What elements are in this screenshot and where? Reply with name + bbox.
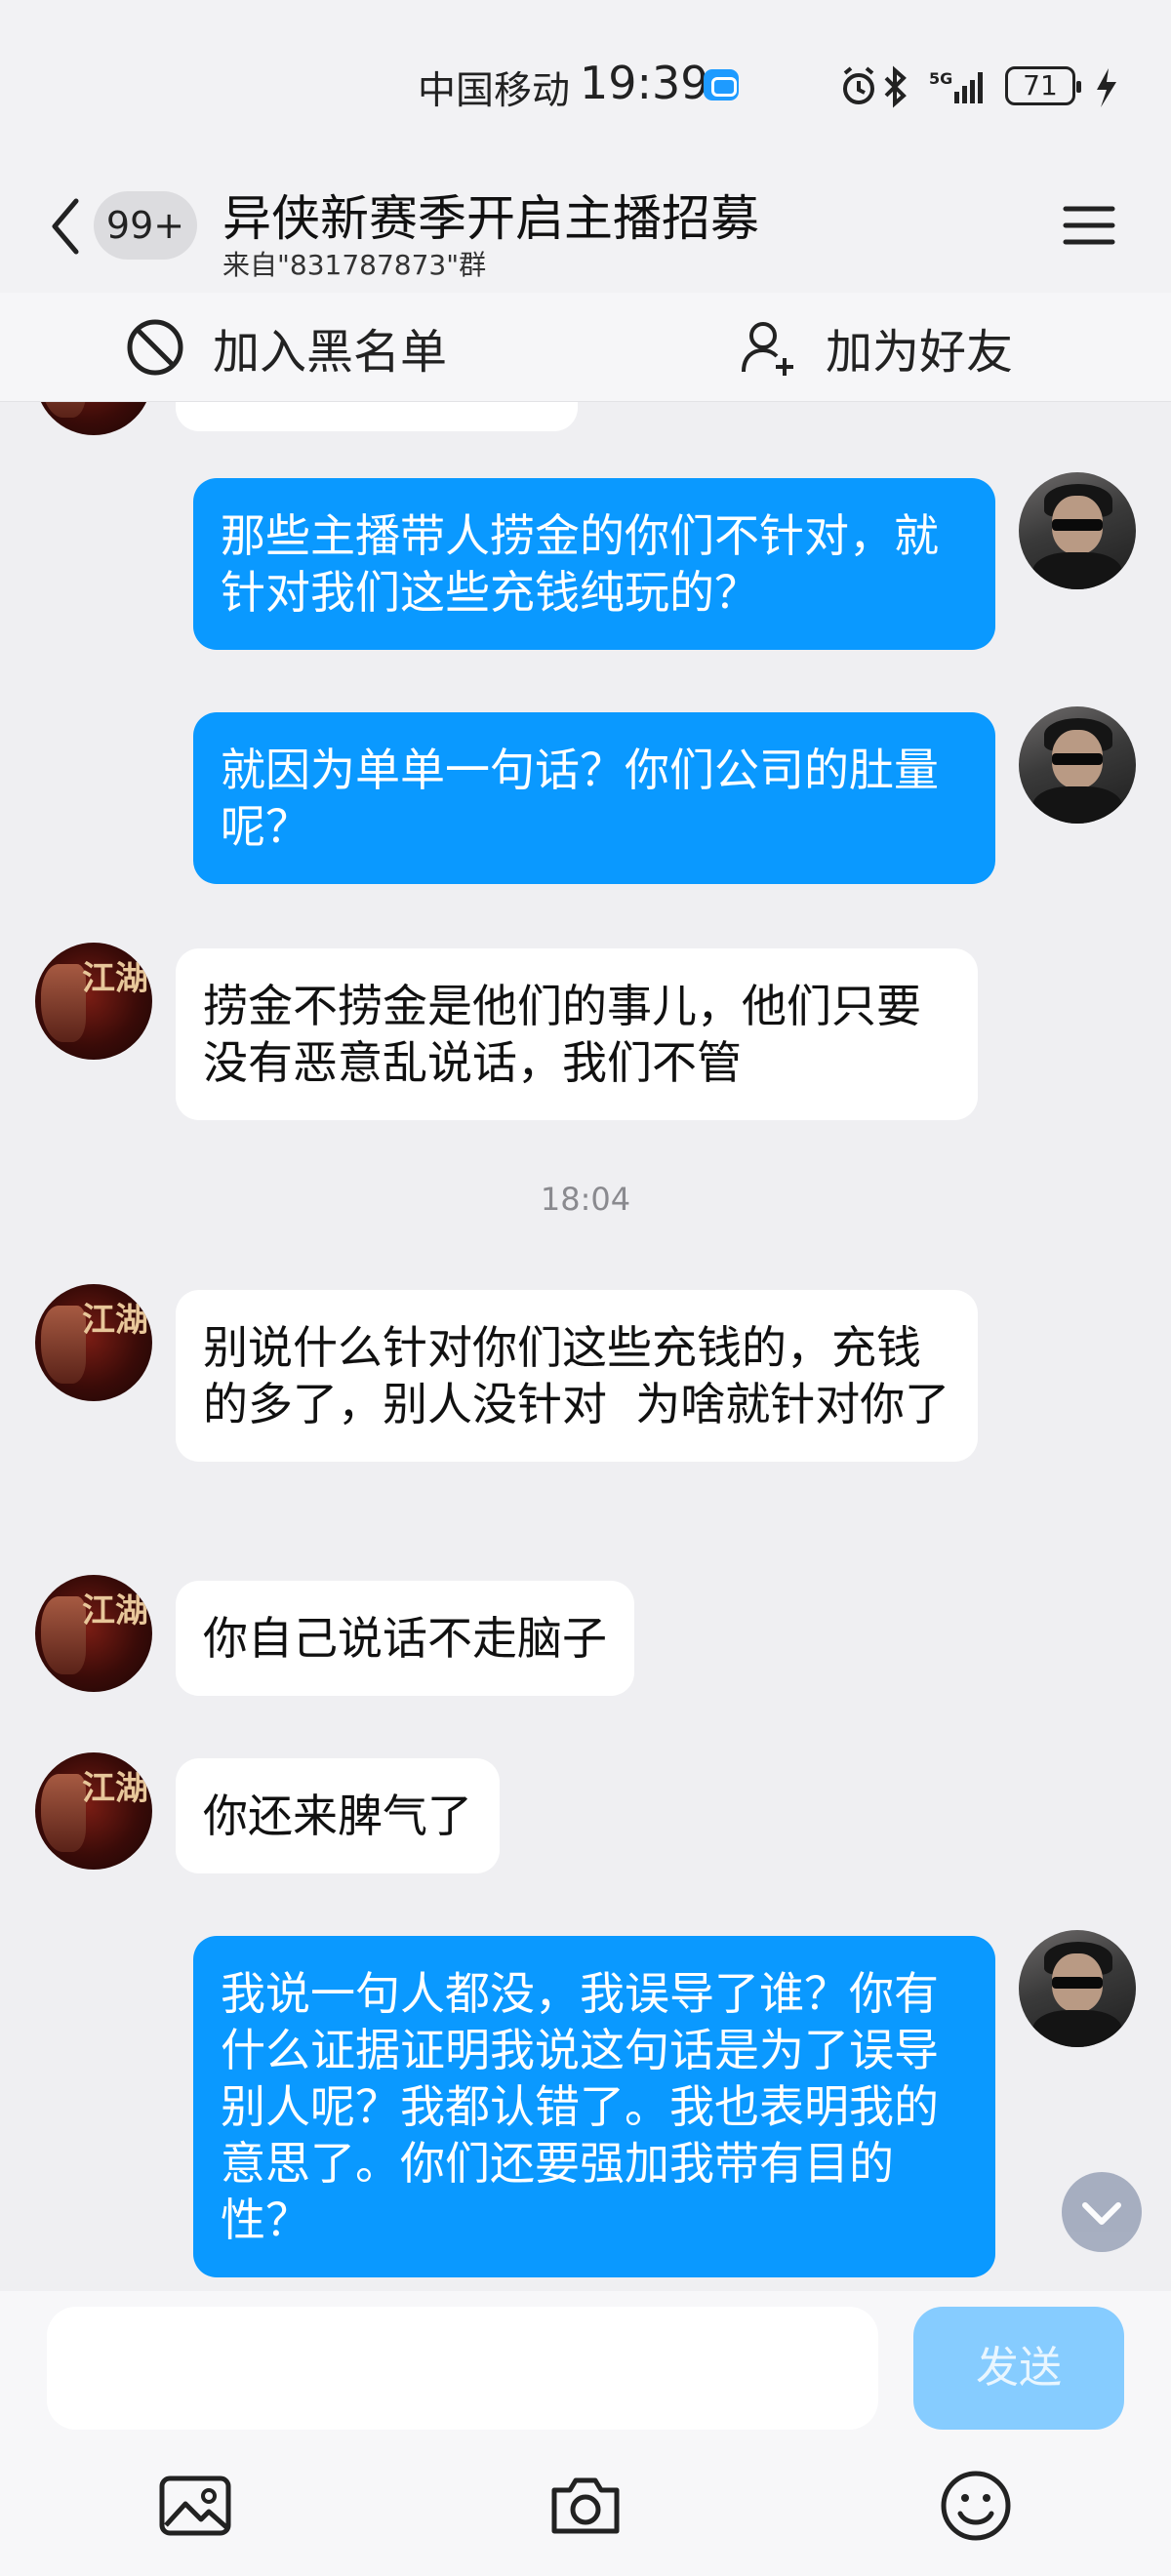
avatar-face (41, 964, 86, 1042)
camera-icon[interactable] (546, 2467, 625, 2545)
block-label: 加入黑名单 (213, 325, 448, 380)
menu-icon[interactable] (1062, 201, 1116, 250)
avatar[interactable] (35, 402, 152, 435)
avatar-glyph: 江湖 (82, 1591, 148, 1630)
avatar[interactable] (1019, 1930, 1136, 2047)
avatar-glyph: 江湖 (82, 1301, 148, 1340)
send-button[interactable]: 发送 (913, 2307, 1124, 2430)
unread-count-badge[interactable]: 99+ (94, 191, 197, 260)
message-bubble[interactable]: 你还来脾气了 (176, 1758, 500, 1873)
block-button[interactable]: 加入黑名单 (125, 293, 447, 402)
battery-indicator: 71 (1005, 66, 1081, 105)
avatar[interactable] (1019, 706, 1136, 824)
avatar-face (41, 1596, 86, 1674)
bluetooth-icon (884, 65, 907, 108)
add-friend-label: 加为好友 (826, 325, 1014, 380)
avatar-glyph: 江湖 (82, 1769, 148, 1808)
image-icon[interactable] (156, 2467, 234, 2545)
avatar-glasses (1052, 1977, 1103, 1989)
carrier-name: 中国移动 (418, 69, 571, 113)
avatar-glasses (1052, 519, 1103, 531)
chevron-down-icon (1082, 2202, 1121, 2225)
block-icon (127, 319, 183, 376)
alarm-icon (843, 66, 874, 104)
status-icons: 5G (843, 65, 1116, 108)
charging-icon (1097, 68, 1116, 107)
add-friend-button[interactable]: 加为好友 (738, 293, 1013, 402)
bottom-toolbar (0, 2437, 1171, 2576)
avatar-face (41, 1306, 86, 1384)
message-list[interactable]: 那些主播带人捞金的你们不针对，就针对我们这些充钱纯玩的？ 就因为单单一句话？你们… (0, 402, 1171, 2291)
chat-title: 异侠新赛季开启主播招募 (222, 190, 759, 247)
message-bubble[interactable]: 我说一句人都没，我误导了谁？你有什么证据证明我说这句话是为了误导别人呢？我都认错… (193, 1936, 995, 2277)
avatar[interactable]: 江湖 (35, 1752, 152, 1870)
avatar-face (41, 1774, 86, 1852)
back-arrow-icon[interactable] (43, 193, 92, 260)
message-bubble[interactable]: 你自己说话不走脑子 (176, 1581, 634, 1696)
message-notification-icon (704, 69, 739, 101)
emoji-icon[interactable] (937, 2467, 1015, 2545)
avatar[interactable]: 江湖 (35, 1575, 152, 1692)
add-friend-icon (742, 322, 793, 376)
input-bar: 发送 (0, 2291, 1171, 2437)
chat-header: 99+ 异侠新赛季开启主播招募 来自"831787873"群 (0, 166, 1171, 293)
message-bubble[interactable] (176, 402, 578, 431)
avatar[interactable]: 江湖 (35, 943, 152, 1060)
network-type: 5G (929, 69, 952, 88)
time-divider: 18:04 (540, 1181, 631, 1218)
message-bubble[interactable]: 就因为单单一句话？你们公司的肚量呢？ (193, 712, 995, 884)
message-bubble[interactable]: 别说什么针对你们这些充钱的，充钱的多了，别人没针对 为啥就针对你了 (176, 1290, 978, 1462)
message-bubble[interactable]: 捞金不捞金是他们的事儿，他们只要没有恶意乱说话，我们不管 (176, 948, 978, 1120)
avatar-body (1032, 2010, 1122, 2047)
avatar-glasses (1052, 753, 1103, 765)
avatar[interactable]: 江湖 (35, 1284, 152, 1401)
action-bar: 加入黑名单 加为好友 (0, 293, 1171, 402)
message-bubble[interactable]: 那些主播带人捞金的你们不针对，就针对我们这些充钱纯玩的？ (193, 478, 995, 650)
message-input[interactable] (47, 2307, 878, 2430)
avatar-face (41, 402, 86, 418)
status-bar: 中国移动 19:39 5G 71 (0, 0, 1171, 166)
avatar-body (1032, 786, 1122, 824)
clock-time: 19:39 (580, 57, 709, 109)
chat-subtitle: 来自"831787873"群 (222, 249, 487, 281)
avatar-body (1032, 552, 1122, 589)
scroll-to-bottom-button[interactable] (1062, 2172, 1142, 2252)
chat-screen: { "status_bar": { "carrier": "中国移动", "ti… (0, 0, 1171, 2576)
avatar-glyph: 江湖 (82, 959, 148, 998)
signal-icon (954, 72, 983, 103)
avatar[interactable] (1019, 472, 1136, 589)
